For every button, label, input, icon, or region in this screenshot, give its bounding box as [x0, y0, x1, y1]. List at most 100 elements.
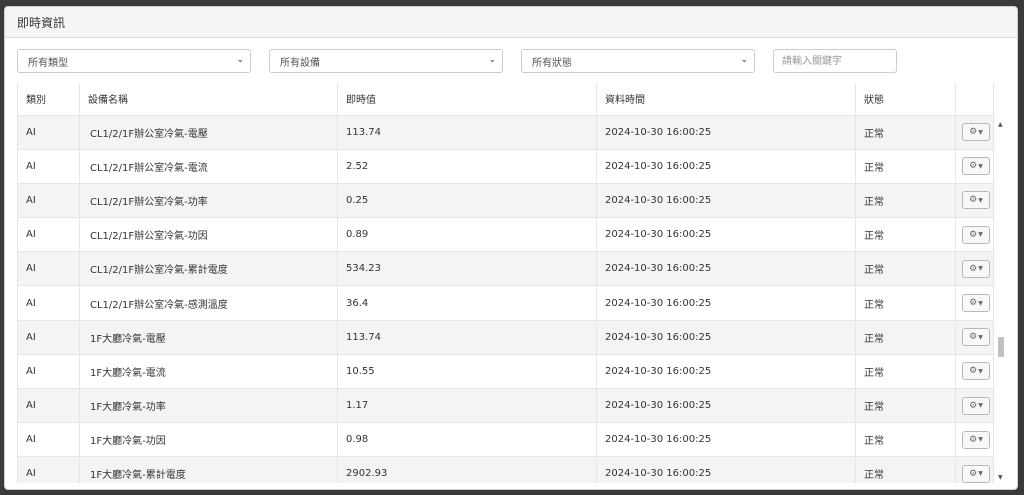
gear-icon: ⚙: [969, 263, 978, 274]
device-select-value: 所有設備: [280, 57, 320, 69]
table-row: AI 1F大廳冷氣-累計電度 2902.93 2024-10-30 16:00:…: [17, 456, 994, 483]
cell-type: AI: [17, 353, 80, 390]
cell-time: 2024-10-30 16:00:25: [596, 148, 856, 184]
table-row: AI 1F大廳冷氣-功因 0.98 2024-10-30 16:00:25 正常…: [17, 422, 994, 458]
row-settings-button[interactable]: ⚙ ▼: [962, 328, 990, 347]
caret-down-icon: ▼: [978, 128, 983, 136]
header-action: [955, 83, 994, 116]
gear-icon: ⚙: [969, 434, 978, 445]
status-select[interactable]: 所有狀態 ⌄: [521, 49, 755, 73]
cell-status: 正常: [855, 114, 956, 150]
caret-down-icon: ▼: [978, 231, 983, 239]
cell-action: ⚙ ▼: [955, 114, 994, 150]
chevron-down-icon: ⌄: [488, 55, 496, 65]
table-row: AI CL1/2/1F辦公室冷氣-電流 2.52 2024-10-30 16:0…: [17, 148, 994, 184]
caret-down-icon: ▼: [978, 333, 983, 341]
cell-status: 正常: [855, 182, 956, 219]
cell-time: 2024-10-30 16:00:25: [596, 217, 856, 253]
row-settings-button[interactable]: ⚙ ▼: [962, 225, 990, 244]
caret-down-icon: ▼: [978, 436, 983, 444]
cell-device-name: CL1/2/1F辦公室冷氣-電流: [79, 148, 338, 184]
table-scrollbar[interactable]: ▲ ▼: [996, 119, 1006, 483]
cell-time: 2024-10-30 16:00:25: [596, 422, 856, 458]
row-settings-button[interactable]: ⚙ ▼: [962, 294, 990, 313]
chevron-down-icon: ⌄: [740, 55, 748, 65]
cell-status: 正常: [855, 422, 956, 458]
cell-value: 113.74: [337, 319, 597, 355]
cell-time: 2024-10-30 16:00:25: [596, 251, 856, 287]
row-settings-button[interactable]: ⚙ ▼: [962, 362, 990, 381]
cell-status: 正常: [855, 456, 956, 483]
chevron-down-icon: ⌄: [236, 55, 244, 65]
scroll-down-icon[interactable]: ▼: [998, 474, 1003, 481]
type-select-value: 所有類型: [28, 57, 68, 69]
table-header-row: 類別 設備名稱 即時值 資料時間 狀態: [17, 83, 994, 116]
type-select[interactable]: 所有類型 ⌄: [17, 49, 251, 73]
cell-device-name: CL1/2/1F辦公室冷氣-累計電度: [79, 251, 338, 287]
cell-time: 2024-10-30 16:00:25: [596, 182, 856, 219]
cell-time: 2024-10-30 16:00:25: [596, 285, 856, 321]
cell-device-name: 1F大廳冷氣-電流: [79, 353, 338, 390]
gear-icon: ⚙: [969, 468, 978, 479]
cell-device-name: CL1/2/1F辦公室冷氣-功率: [79, 182, 338, 219]
row-settings-button[interactable]: ⚙ ▼: [962, 191, 990, 210]
cell-type: AI: [17, 285, 80, 321]
scroll-up-icon[interactable]: ▲: [998, 121, 1003, 128]
table-row: AI CL1/2/1F辦公室冷氣-感測溫度 36.4 2024-10-30 16…: [17, 285, 994, 321]
cell-type: AI: [17, 387, 80, 424]
cell-device-name: CL1/2/1F辦公室冷氣-電壓: [79, 114, 338, 150]
row-settings-button[interactable]: ⚙ ▼: [962, 396, 990, 415]
cell-type: AI: [17, 319, 80, 355]
header-type[interactable]: 類別: [17, 83, 80, 116]
table-row: AI 1F大廳冷氣-電壓 113.74 2024-10-30 16:00:25 …: [17, 319, 994, 355]
filter-bar: 所有類型 ⌄ 所有設備 ⌄ 所有狀態 ⌄: [17, 49, 1005, 73]
cell-status: 正常: [855, 387, 956, 424]
row-settings-button[interactable]: ⚙ ▼: [962, 464, 990, 483]
header-status[interactable]: 狀態: [855, 83, 956, 116]
cell-action: ⚙ ▼: [955, 251, 994, 287]
cell-device-name: 1F大廳冷氣-累計電度: [79, 456, 338, 483]
cell-type: AI: [17, 251, 80, 287]
cell-device-name: CL1/2/1F辦公室冷氣-功因: [79, 217, 338, 253]
cell-value: 2902.93: [337, 456, 597, 483]
data-table: 類別 設備名稱 即時值 資料時間 狀態 AI CL1/2/1F辦公室冷氣-電壓 …: [17, 83, 994, 483]
row-settings-button[interactable]: ⚙ ▼: [962, 430, 990, 449]
header-value[interactable]: 即時值: [337, 83, 597, 116]
cell-action: ⚙ ▼: [955, 217, 994, 253]
cell-value: 113.74: [337, 114, 597, 150]
row-settings-button[interactable]: ⚙ ▼: [962, 259, 990, 278]
cell-value: 0.89: [337, 217, 597, 253]
row-settings-button[interactable]: ⚙ ▼: [962, 123, 990, 142]
cell-type: AI: [17, 182, 80, 219]
cell-action: ⚙ ▼: [955, 456, 994, 483]
table-row: AI CL1/2/1F辦公室冷氣-功因 0.89 2024-10-30 16:0…: [17, 217, 994, 253]
caret-down-icon: ▼: [978, 265, 983, 273]
cell-time: 2024-10-30 16:00:25: [596, 387, 856, 424]
cell-value: 36.4: [337, 285, 597, 321]
cell-action: ⚙ ▼: [955, 148, 994, 184]
device-select[interactable]: 所有設備 ⌄: [269, 49, 503, 73]
cell-time: 2024-10-30 16:00:25: [596, 114, 856, 150]
row-settings-button[interactable]: ⚙ ▼: [962, 157, 990, 176]
table-row: AI CL1/2/1F辦公室冷氣-累計電度 534.23 2024-10-30 …: [17, 251, 994, 287]
cell-value: 1.17: [337, 387, 597, 424]
data-table-container[interactable]: 類別 設備名稱 即時值 資料時間 狀態 AI CL1/2/1F辦公室冷氣-電壓 …: [17, 83, 1007, 483]
cell-time: 2024-10-30 16:00:25: [596, 353, 856, 390]
scrollbar-thumb[interactable]: [998, 337, 1004, 357]
cell-type: AI: [17, 217, 80, 253]
panel-heading: 即時資訊: [5, 7, 1017, 38]
keyword-input[interactable]: [773, 49, 897, 73]
cell-status: 正常: [855, 148, 956, 184]
cell-device-name: 1F大廳冷氣-電壓: [79, 319, 338, 355]
gear-icon: ⚙: [969, 229, 978, 240]
panel-title: 即時資訊: [17, 15, 66, 30]
cell-device-name: 1F大廳冷氣-功率: [79, 387, 338, 424]
cell-status: 正常: [855, 353, 956, 390]
cell-action: ⚙ ▼: [955, 353, 994, 390]
table-row: AI 1F大廳冷氣-電流 10.55 2024-10-30 16:00:25 正…: [17, 353, 994, 390]
cell-status: 正常: [855, 285, 956, 321]
header-time[interactable]: 資料時間: [596, 83, 856, 116]
table-row: AI 1F大廳冷氣-功率 1.17 2024-10-30 16:00:25 正常…: [17, 387, 994, 424]
gear-icon: ⚙: [969, 127, 978, 138]
header-device-name[interactable]: 設備名稱: [79, 83, 338, 116]
